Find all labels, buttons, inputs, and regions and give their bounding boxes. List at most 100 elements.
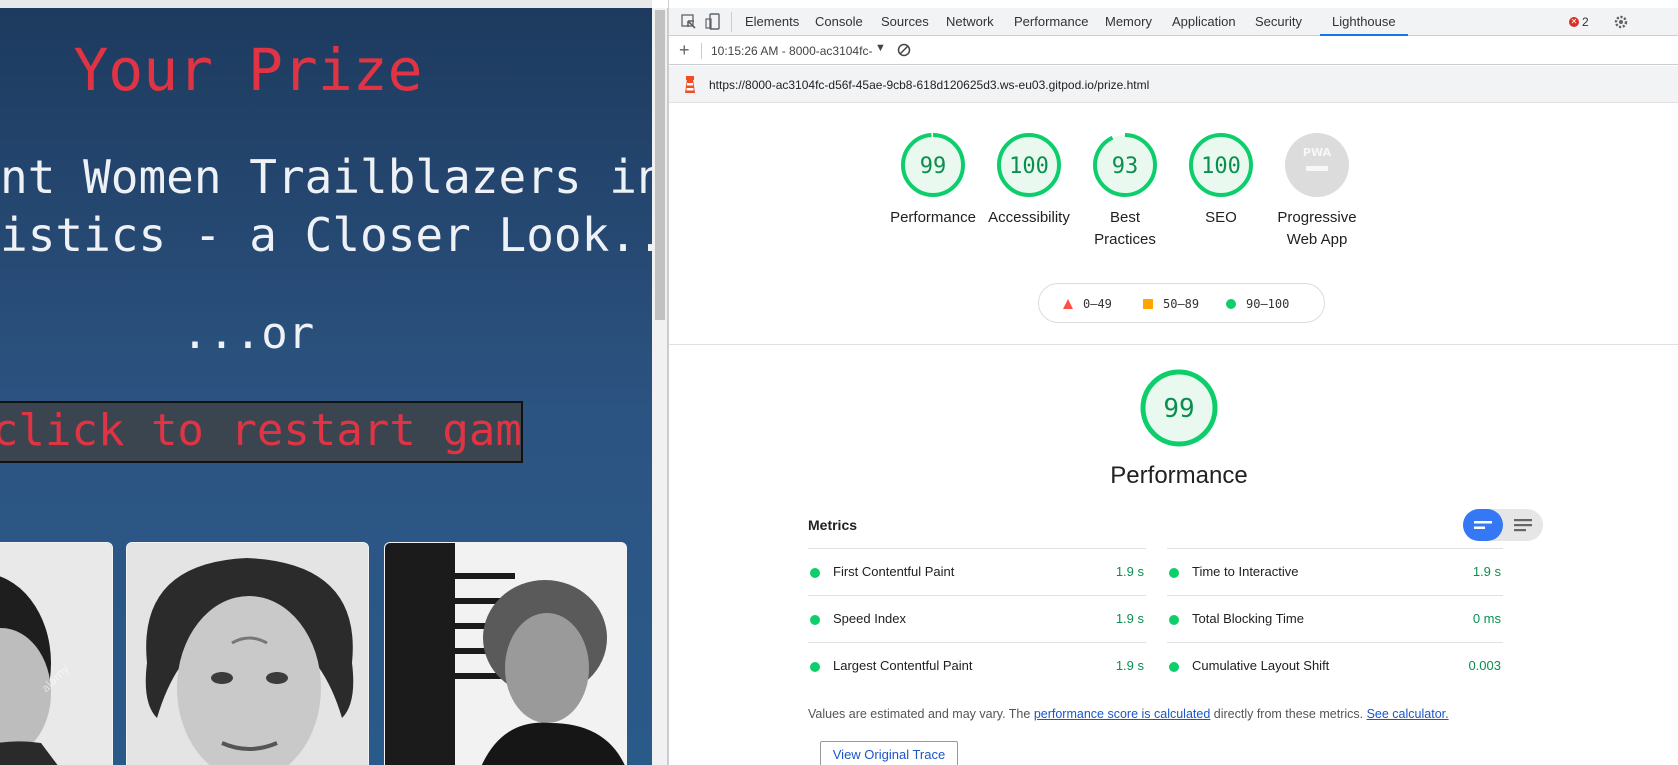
legend-pass: 90–100 (1226, 297, 1289, 311)
settings-gear-icon[interactable] (1613, 14, 1629, 30)
tab-lighthouse[interactable]: Lighthouse (1320, 8, 1408, 36)
note-text: Values are estimated and may vary. The (808, 707, 1034, 721)
clear-reports-icon[interactable] (897, 43, 911, 60)
scrollbar-thumb[interactable] (655, 10, 665, 320)
page-scrollbar[interactable] (652, 8, 668, 765)
lighthouse-logo-icon (683, 76, 697, 97)
lines-expanded-icon (1514, 519, 1532, 532)
score-calculation-link[interactable]: performance score is calculated (1034, 707, 1210, 721)
gauge-label: Progressive Web App (1277, 209, 1357, 248)
square-icon (1143, 299, 1153, 309)
tab-network[interactable]: Network (946, 8, 994, 36)
portrait-image (385, 543, 626, 765)
error-count-badge[interactable]: ✕ 2 (1569, 15, 1589, 29)
compact-view-button[interactable] (1463, 509, 1503, 541)
pwa-badge-text: PWA (1303, 146, 1332, 159)
legend-average: 50–89 (1143, 297, 1199, 311)
metrics-heading: Metrics (808, 517, 858, 533)
legend-pass-label: 90–100 (1246, 297, 1290, 311)
report-dropdown-caret-icon[interactable]: ▼ (875, 42, 886, 54)
metric-name: Cumulative Layout Shift (1192, 658, 1330, 673)
tab-elements[interactable]: Elements (745, 8, 799, 36)
trailblazer-photo-2 (126, 542, 369, 765)
metric-largest-contentful-paint: Largest Contentful Paint 1.9 s (808, 642, 1146, 689)
lighthouse-report: 99 Performance 100 Accessibility 93 Best Pract… (669, 103, 1678, 765)
section-divider (669, 344, 1678, 345)
gauge-best-practices[interactable]: 93 Best Practices (1071, 132, 1179, 251)
gauge-label: Best Practices (1094, 209, 1156, 248)
tab-performance[interactable]: Performance (1014, 8, 1088, 36)
or-text: ...or (181, 308, 315, 359)
error-count: 2 (1582, 15, 1589, 29)
trailblazer-photo-3 (384, 542, 627, 765)
metric-name: Largest Contentful Paint (833, 658, 973, 673)
gauge-score: 100 (1201, 154, 1241, 179)
game-page: Your Prize nt Women Trailblazers in isti… (0, 0, 652, 765)
toolbar-divider (701, 43, 702, 59)
new-report-plus-icon[interactable]: + (679, 40, 690, 60)
device-toolbar-icon[interactable] (704, 12, 724, 32)
note-text: directly from these metrics. (1210, 707, 1367, 721)
gauge-label: Performance (890, 209, 976, 226)
gauge-performance[interactable]: 99 Performance (879, 132, 987, 229)
tab-console[interactable]: Console (815, 8, 863, 36)
metric-total-blocking-time: Total Blocking Time 0 ms (1167, 595, 1503, 642)
portrait-image (127, 543, 368, 765)
metric-value: 1.9 s (1472, 564, 1501, 579)
metric-view-toggle[interactable] (1463, 509, 1543, 541)
pass-dot-icon (810, 615, 820, 625)
see-calculator-link[interactable]: See calculator. (1367, 707, 1449, 721)
inspect-element-icon[interactable] (679, 12, 699, 32)
metric-name: Time to Interactive (1192, 564, 1299, 579)
pass-dot-icon (1169, 568, 1179, 578)
gauge-seo[interactable]: 100 SEO (1167, 132, 1275, 229)
metric-value: 1.9 s (1115, 611, 1144, 626)
tab-application[interactable]: Application (1172, 8, 1236, 36)
lines-compact-icon (1474, 521, 1492, 529)
report-selector[interactable]: 10:15:26 AM - 8000-ac3104fc- (711, 44, 872, 58)
tab-security[interactable]: Security (1255, 8, 1302, 36)
portrait-image: alamy (0, 543, 112, 765)
score-legend: 0–49 50–89 90–100 (1038, 283, 1325, 323)
tab-sources[interactable]: Sources (881, 8, 929, 36)
gauge-score: 100 (1009, 154, 1049, 179)
metric-value: 0 ms (1472, 611, 1501, 626)
legend-average-label: 50–89 (1163, 297, 1200, 311)
metric-name: Total Blocking Time (1192, 611, 1304, 626)
pass-dot-icon (810, 662, 820, 672)
metric-name: First Contentful Paint (833, 564, 955, 579)
browser-strip (0, 0, 652, 8)
gauge-progressive-web-app[interactable]: PWA Progressive Web App (1263, 132, 1371, 251)
performance-gauge: 99 (1139, 368, 1219, 448)
metric-value: 1.9 s (1115, 564, 1144, 579)
performance-score: 99 (1163, 394, 1194, 424)
gauge-label: SEO (1205, 209, 1237, 226)
metric-time-to-interactive: Time to Interactive 1.9 s (1167, 548, 1503, 595)
gauge-score: 99 (920, 154, 947, 179)
devtools-tabbar: Elements Console Sources Network Perform… (669, 8, 1678, 36)
pass-dot-icon (1169, 615, 1179, 625)
error-icon: ✕ (1569, 17, 1579, 27)
metric-value: 0.003 (1468, 658, 1501, 673)
prize-title: Your Prize (73, 36, 423, 104)
audited-url[interactable]: https://8000-ac3104fc-d56f-45ae-9cb8-618… (709, 78, 1149, 92)
screen: Your Prize nt Women Trailblazers in isti… (0, 0, 1678, 765)
gauge-accessibility[interactable]: 100 Accessibility (975, 132, 1083, 229)
expanded-view-button[interactable] (1503, 509, 1543, 541)
pass-dot-icon (810, 568, 820, 578)
view-original-trace-button[interactable]: View Original Trace (820, 741, 958, 765)
book-title-line2: istics - a Closer Look... (0, 208, 652, 262)
tab-memory[interactable]: Memory (1105, 8, 1152, 36)
circle-icon (1226, 299, 1236, 309)
metric-first-contentful-paint: First Contentful Paint 1.9 s (808, 548, 1146, 595)
devtools-panel: Elements Console Sources Network Perform… (668, 0, 1678, 765)
metric-speed-index: Speed Index 1.9 s (808, 595, 1146, 642)
lighthouse-toolbar: + 10:15:26 AM - 8000-ac3104fc- ▼ (669, 37, 1678, 65)
triangle-icon (1063, 299, 1073, 309)
gauge-score: 93 (1112, 154, 1139, 179)
metric-name: Speed Index (833, 611, 907, 626)
performance-heading: Performance (1110, 462, 1248, 489)
pass-dot-icon (1169, 662, 1179, 672)
restart-game-button[interactable]: click to restart game (0, 401, 523, 463)
toolbar-divider (731, 12, 732, 32)
